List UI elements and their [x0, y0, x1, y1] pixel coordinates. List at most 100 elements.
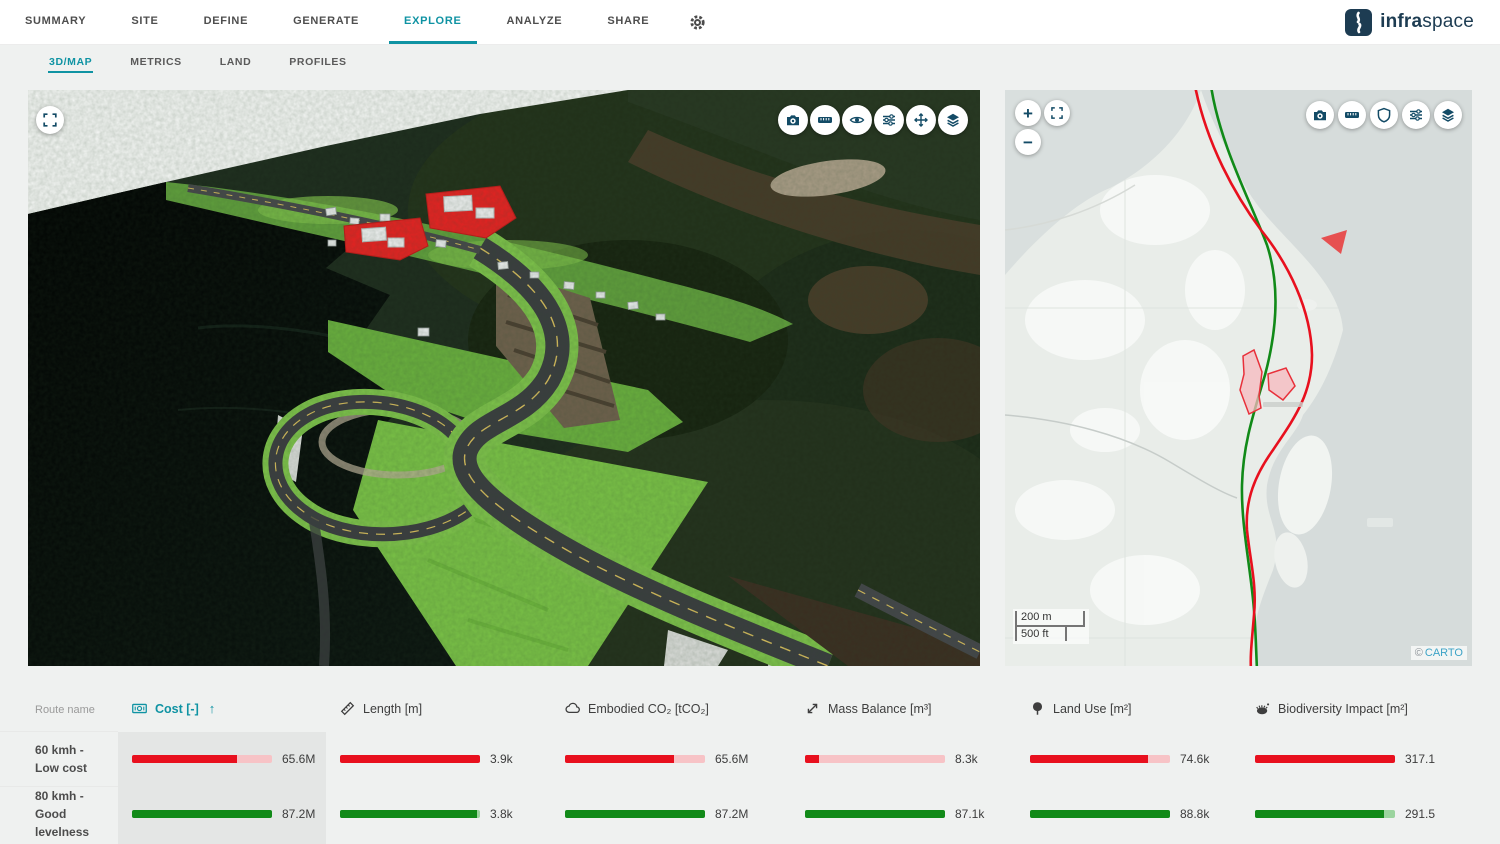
- cell-cost: 87.2M: [118, 807, 326, 821]
- sort-arrow-icon: ↑: [209, 701, 216, 716]
- metric-bar: [1255, 810, 1395, 818]
- tree-icon: [1030, 701, 1045, 716]
- ruler-icon: [1344, 107, 1360, 123]
- nav-analyze[interactable]: ANALYZE: [492, 0, 578, 44]
- cell-land-use: 74.6k: [1016, 752, 1241, 766]
- cloud-icon: [565, 701, 580, 716]
- column-header-mass-balance[interactable]: Mass Balance [m³]: [791, 701, 1016, 732]
- viewer-3d[interactable]: [28, 90, 980, 666]
- adjust-sliders-icon: [1408, 107, 1424, 123]
- adjust-sliders-icon: [881, 112, 897, 128]
- layers-button-map[interactable]: [1434, 101, 1462, 129]
- metric-bar: [1030, 810, 1170, 818]
- metric-value: 87.1k: [955, 807, 984, 821]
- metric-bar: [132, 810, 272, 818]
- area-button-map[interactable]: [1370, 101, 1398, 129]
- cell-co2: 65.6M: [551, 752, 791, 766]
- layers-button[interactable]: [938, 105, 968, 135]
- metric-bar: [1255, 755, 1395, 763]
- cell-biodiversity: 317.1: [1241, 752, 1500, 766]
- plus-icon: +: [1023, 105, 1033, 122]
- cell-length: 3.8k: [326, 807, 551, 821]
- layers-icon: [945, 112, 961, 128]
- cell-land-use: 88.8k: [1016, 807, 1241, 821]
- eye-icon: [849, 112, 865, 128]
- table-row[interactable]: 60 kmh - Low cost 65.6M 3.9k 65.6M 8.3k …: [0, 732, 1500, 786]
- pan-icon: [913, 112, 929, 128]
- fullscreen-button-3d[interactable]: [36, 106, 64, 134]
- nav-site[interactable]: SITE: [116, 0, 173, 44]
- pan-button[interactable]: [906, 105, 936, 135]
- money-icon: [132, 701, 147, 716]
- shield-icon: [1376, 107, 1392, 123]
- viewer-3d-toolbar: [778, 105, 968, 135]
- metric-bar: [565, 810, 705, 818]
- column-header-co2[interactable]: Embodied CO₂ [tCO₂]: [551, 701, 791, 732]
- nav-generate[interactable]: GENERATE: [278, 0, 374, 44]
- screenshot-button-map[interactable]: [1306, 101, 1334, 129]
- metric-value: 88.8k: [1180, 807, 1209, 821]
- metric-value: 87.2M: [282, 807, 315, 821]
- diagonal-arrows-icon: [805, 701, 820, 716]
- screenshot-button[interactable]: [778, 105, 808, 135]
- tab-land[interactable]: LAND: [219, 53, 253, 73]
- column-header-length[interactable]: Length [m]: [326, 701, 551, 732]
- top-navigation-bar: SUMMARY SITE DEFINE GENERATE EXPLORE ANA…: [0, 0, 1500, 45]
- measure-button[interactable]: [810, 105, 840, 135]
- column-header-cost[interactable]: Cost [-] ↑: [118, 701, 326, 732]
- map-2d-scene: [1005, 90, 1472, 666]
- route-comparison-table: Route name Cost [-] ↑ Length [m] Embodie…: [0, 666, 1500, 844]
- gear-icon: [689, 14, 706, 31]
- nav-summary[interactable]: SUMMARY: [10, 0, 101, 44]
- nav-define[interactable]: DEFINE: [189, 0, 264, 44]
- column-header-land-use[interactable]: Land Use [m²]: [1016, 701, 1241, 732]
- terrain-3d-scene: [28, 90, 980, 666]
- map-place-label: [1263, 402, 1303, 407]
- settings-button[interactable]: [679, 0, 716, 44]
- zoom-in-button[interactable]: +: [1015, 100, 1041, 126]
- minus-icon: −: [1023, 134, 1033, 151]
- camera-icon: [1312, 107, 1328, 123]
- metric-value: 3.9k: [490, 752, 513, 766]
- fullscreen-button-map[interactable]: [1044, 100, 1070, 126]
- nav-explore[interactable]: EXPLORE: [389, 0, 476, 44]
- camera-icon: [785, 112, 801, 128]
- measure-button-map[interactable]: [1338, 101, 1366, 129]
- metric-value: 87.2M: [715, 807, 748, 821]
- cell-mass-balance: 87.1k: [791, 807, 1016, 821]
- expand-icon: [1050, 106, 1064, 120]
- scale-metric: 200 m: [1015, 611, 1085, 627]
- metric-value: 8.3k: [955, 752, 978, 766]
- logo-text: infraspace: [1380, 11, 1474, 33]
- hedgehog-icon: [1255, 701, 1270, 716]
- column-header-biodiversity[interactable]: Biodiversity Impact [m²]: [1241, 701, 1500, 732]
- cell-biodiversity: 291.5: [1241, 807, 1500, 821]
- route-name-header: Route name: [0, 704, 118, 732]
- metric-value: 3.8k: [490, 807, 513, 821]
- zoom-out-button[interactable]: −: [1015, 129, 1041, 155]
- tab-metrics[interactable]: METRICS: [129, 53, 182, 73]
- map-2d[interactable]: + − 200 m 500 ft ©CARTO: [1005, 90, 1472, 666]
- app-logo: infraspace: [1345, 0, 1500, 44]
- adjust-button[interactable]: [874, 105, 904, 135]
- map-attribution[interactable]: ©CARTO: [1411, 646, 1467, 660]
- metric-bar: [805, 810, 945, 818]
- metric-value: 317.1: [1405, 752, 1435, 766]
- metric-bar: [805, 755, 945, 763]
- route-name[interactable]: 80 kmh - Good levelness: [0, 786, 118, 842]
- table-row[interactable]: 80 kmh - Good levelness 87.2M 3.8k 87.2M…: [0, 786, 1500, 840]
- main-nav: SUMMARY SITE DEFINE GENERATE EXPLORE ANA…: [0, 0, 679, 44]
- tab-3d-map[interactable]: 3D/MAP: [48, 53, 93, 73]
- metric-value: 74.6k: [1180, 752, 1209, 766]
- adjust-button-map[interactable]: [1402, 101, 1430, 129]
- table-header-row: Route name Cost [-] ↑ Length [m] Embodie…: [0, 666, 1500, 732]
- route-name[interactable]: 60 kmh - Low cost: [0, 731, 118, 787]
- nav-share[interactable]: SHARE: [592, 0, 664, 44]
- metric-bar: [340, 810, 480, 818]
- map-scale-control: 200 m 500 ft: [1013, 609, 1089, 644]
- cell-length: 3.9k: [326, 752, 551, 766]
- tab-profiles[interactable]: PROFILES: [288, 53, 347, 73]
- cell-mass-balance: 8.3k: [791, 752, 1016, 766]
- metric-value: 65.6M: [715, 752, 748, 766]
- visibility-button[interactable]: [842, 105, 872, 135]
